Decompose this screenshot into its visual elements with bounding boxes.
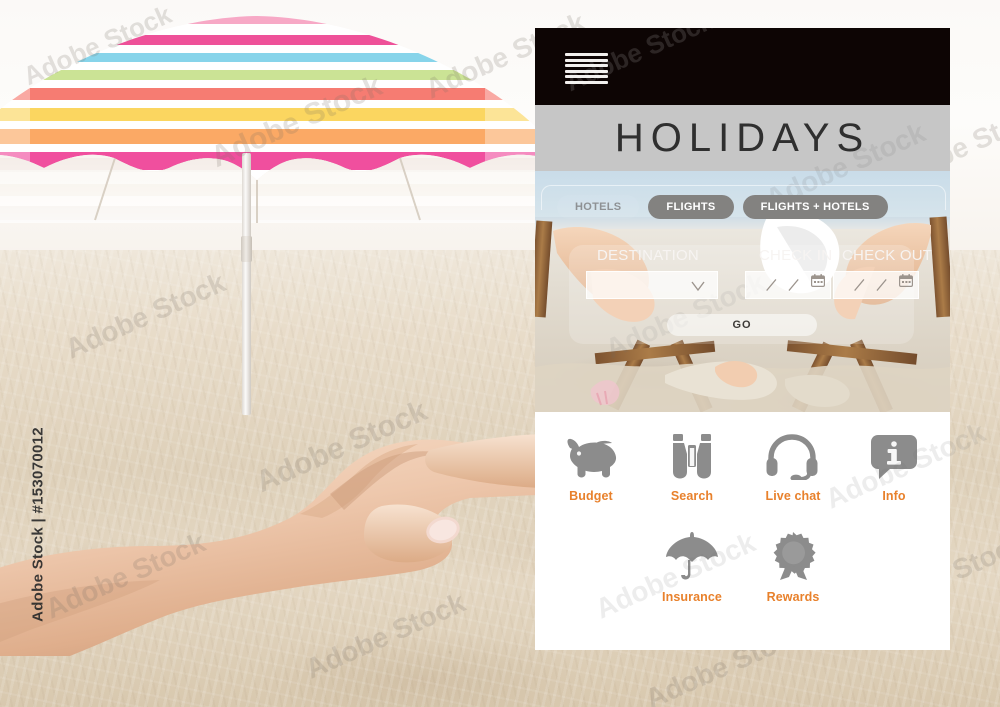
page-title: HOLIDAYS [614, 115, 871, 160]
chevron-down-icon[interactable] [691, 279, 705, 293]
umbrella-canopy-icon [0, 16, 545, 223]
info-speech-bubble-icon [869, 430, 919, 480]
checkin-input[interactable] [745, 271, 831, 299]
quick-link-label: Insurance [662, 590, 722, 604]
umbrella-pole-joint [241, 236, 252, 262]
grid-spacer [541, 523, 642, 604]
booking-type-tabs: HOTELS FLIGHTS FLIGHTS + HOTELS [557, 195, 888, 219]
quick-links-grid: Budget Search Live chat Info Insurance R… [535, 412, 950, 650]
search-form-card: DESTINATION CHECK IN CHECK OUT GO [569, 245, 932, 344]
umbrella-icon [664, 531, 720, 581]
quick-link-label: Rewards [766, 590, 820, 604]
beach-umbrella [0, 8, 545, 415]
quick-links-row-2: Insurance Rewards [535, 523, 950, 604]
quick-link-budget[interactable]: Budget [541, 422, 642, 503]
tab-flights[interactable]: FLIGHTS [648, 195, 734, 219]
quick-link-label: Budget [569, 489, 613, 503]
quick-link-insurance[interactable]: Insurance [642, 523, 743, 604]
headset-icon [765, 430, 821, 480]
award-rosette-icon [768, 531, 818, 581]
umbrella-pole [242, 153, 251, 415]
pointing-hand [0, 434, 560, 656]
checkout-input[interactable] [833, 271, 919, 299]
app-navbar: HOME DESTINATIONS SPECIAL OFFERS GROUPS [535, 28, 950, 105]
binoculars-icon [667, 430, 717, 480]
quick-links-row-1: Budget Search Live chat Info [535, 422, 950, 503]
tab-hotels[interactable]: HOTELS [557, 195, 640, 219]
quick-link-search[interactable]: Search [642, 422, 743, 503]
tab-flights-hotels[interactable]: FLIGHTS + HOTELS [742, 195, 888, 219]
destination-label: DESTINATION [597, 247, 699, 264]
go-button[interactable]: GO [667, 314, 817, 336]
quick-link-rewards[interactable]: Rewards [743, 523, 844, 604]
holidays-app-panel: HOME DESTINATIONS SPECIAL OFFERS GROUPS … [535, 28, 950, 650]
hero-image-section: HOTELS FLIGHTS FLIGHTS + HOTELS DESTINAT… [535, 171, 950, 412]
search-field-row: DESTINATION CHECK IN CHECK OUT [569, 245, 932, 307]
quick-link-live-chat[interactable]: Live chat [743, 422, 844, 503]
calendar-icon[interactable] [899, 274, 913, 287]
grid-spacer [844, 523, 945, 604]
page-title-band: HOLIDAYS [535, 105, 950, 171]
calendar-icon[interactable] [811, 274, 825, 287]
nav-links: HOME DESTINATIONS SPECIAL OFFERS GROUPS [535, 28, 950, 105]
checkin-label: CHECK IN [759, 247, 833, 264]
quick-link-label: Info [882, 489, 906, 503]
checkout-label: CHECK OUT [842, 247, 933, 264]
quick-link-label: Live chat [765, 489, 821, 503]
screenshot-stage: Adobe Stock Adobe Stock Adobe Stock Adob… [0, 0, 1000, 707]
quick-link-info[interactable]: Info [844, 422, 945, 503]
destination-input[interactable] [586, 271, 718, 299]
piggy-bank-icon [564, 430, 618, 480]
quick-link-label: Search [670, 489, 714, 503]
